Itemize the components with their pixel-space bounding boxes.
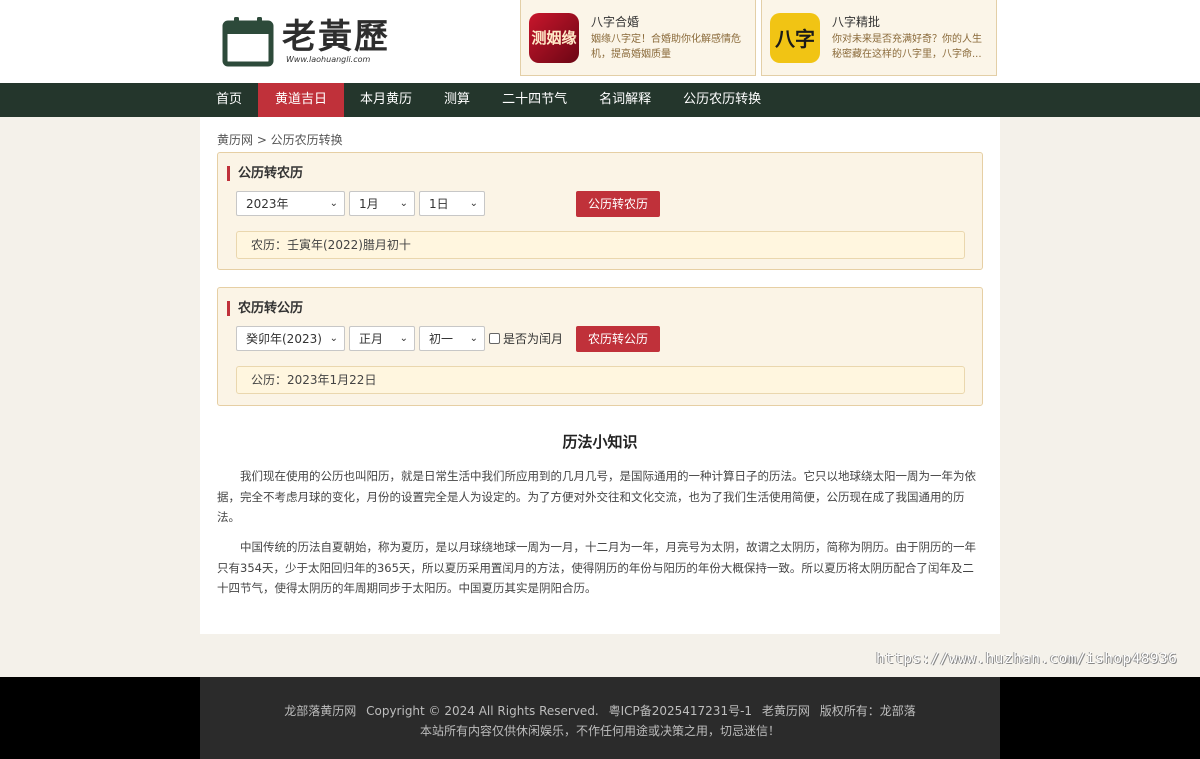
ad-desc: 姻缘八字定！合婚助你化解感情危机，提高婚姻质量 <box>591 33 741 60</box>
main-nav: 首页 黄道吉日 本月黄历 测算 二十四节气 名词解释 公历农历转换 <box>0 83 1200 117</box>
nav-item-calendar-convert[interactable]: 公历农历转换 <box>667 83 777 117</box>
watermark: https://www.huzhan.com/ishop48936 <box>876 651 1178 667</box>
leap-month-option[interactable]: 是否为闰月 <box>489 330 563 347</box>
solar-month-select[interactable]: 1月 ⌄ <box>349 191 415 216</box>
lunar-year-select[interactable]: 癸卯年(2023) ⌄ <box>236 326 345 351</box>
footer: 龙部落黄历网 Copyright © 2024 All Rights Reser… <box>0 677 1200 759</box>
knowledge-title: 历法小知识 <box>562 433 638 451</box>
ad-bazi-hehun[interactable]: 测姻缘 八字合婚 姻缘八字定！合婚助你化解感情危机，提高婚姻质量 <box>520 0 756 76</box>
logo-url: Www.laohuangli.com <box>286 54 371 64</box>
nav-item-this-month[interactable]: 本月黄历 <box>344 83 428 117</box>
main-content: 黄历网 > 公历农历转换 公历转农历 2023年 ⌄ 1月 ⌄ 1日 ⌄ 公历转… <box>200 117 1000 634</box>
ad-image-text: 八字 <box>775 27 815 51</box>
ad-desc: 你对未来是否充满好奇？你的人生秘密藏在这样的八字里，八字命... <box>832 33 982 60</box>
leap-month-checkbox[interactable] <box>489 333 500 344</box>
chevron-down-icon: ⌄ <box>329 333 338 344</box>
chevron-down-icon: ⌄ <box>469 198 478 209</box>
select-value: 初一 <box>429 332 454 346</box>
nav-item-glossary[interactable]: 名词解释 <box>583 83 667 117</box>
solar-result: 公历：2023年1月22日 <box>236 366 965 394</box>
lunar-result: 农历：壬寅年(2022)腊月初十 <box>236 231 965 259</box>
ad-image-text: 测姻缘 <box>531 29 577 47</box>
calendar-icon <box>222 15 274 67</box>
footer-line-1: 龙部落黄历网 Copyright © 2024 All Rights Reser… <box>200 701 1000 721</box>
solar-day-select[interactable]: 1日 ⌄ <box>419 191 485 216</box>
panel-title: 农历转公历 <box>227 301 303 316</box>
site-logo[interactable]: 老黃歷 Www.laohuangli.com <box>222 15 390 67</box>
footer-site-name[interactable]: 龙部落黄历网 <box>284 704 356 718</box>
nav-item-fortune[interactable]: 测算 <box>428 83 486 117</box>
footer-owner: 版权所有：龙部落 <box>819 704 916 718</box>
select-value: 癸卯年(2023) <box>246 332 322 346</box>
chevron-down-icon: ⌄ <box>329 198 338 209</box>
knowledge-paragraph: 我们现在使用的公历也叫阳历，就是日常生活中我们所应用到的几月几号，是国际通用的一… <box>217 469 976 524</box>
nav-item-auspicious-days[interactable]: 黄道吉日 <box>258 83 345 117</box>
leap-month-label: 是否为闰月 <box>503 332 564 346</box>
solar-to-lunar-button[interactable]: 公历转农历 <box>576 191 660 217</box>
select-value: 正月 <box>359 332 384 346</box>
footer-icp[interactable]: 粤ICP备2025417231号-1 <box>609 704 752 718</box>
select-value: 1月 <box>359 197 379 211</box>
lunar-day-select[interactable]: 初一 ⌄ <box>419 326 485 351</box>
footer-copyright: Copyright © 2024 All Rights Reserved. <box>366 704 599 718</box>
ad-bazi-jingpi[interactable]: 八字 八字精批 你对未来是否充满好奇？你的人生秘密藏在这样的八字里，八字命... <box>761 0 997 76</box>
nav-item-home[interactable]: 首页 <box>200 83 258 117</box>
select-value: 1日 <box>429 197 449 211</box>
chevron-down-icon: ⌄ <box>399 333 408 344</box>
footer-site-link[interactable]: 老黄历网 <box>762 704 810 718</box>
knowledge-paragraph: 中国传统的历法自夏朝始，称为夏历，是以月球绕地球一周为一月，十二月为一年，月亮号… <box>217 540 976 595</box>
solar-to-lunar-panel: 公历转农历 2023年 ⌄ 1月 ⌄ 1日 ⌄ 公历转农历 农历：壬寅年(202… <box>217 152 983 270</box>
lunar-to-solar-button[interactable]: 农历转公历 <box>576 326 660 352</box>
breadcrumb[interactable]: 黄历网 > 公历农历转换 <box>217 131 343 148</box>
footer-disclaimer: 本站所有内容仅供休闲娱乐，不作任何用途或决策之用，切忌迷信！ <box>419 724 780 738</box>
chevron-down-icon: ⌄ <box>469 333 478 344</box>
ad-image: 测姻缘 <box>529 12 579 63</box>
lunar-month-select[interactable]: 正月 ⌄ <box>349 326 415 351</box>
panel-title: 公历转农历 <box>227 166 303 181</box>
ad-title: 八字精批 <box>832 14 881 29</box>
chevron-down-icon: ⌄ <box>399 198 408 209</box>
logo-title: 老黃歷 <box>282 16 390 57</box>
solar-year-select[interactable]: 2023年 ⌄ <box>236 191 345 216</box>
ad-image: 八字 <box>770 12 820 63</box>
ad-title: 八字合婚 <box>591 14 640 29</box>
nav-item-solar-terms[interactable]: 二十四节气 <box>486 83 583 117</box>
header: 老黃歷 Www.laohuangli.com 测姻缘 八字合婚 姻缘八字定！合婚… <box>0 0 1200 83</box>
lunar-to-solar-panel: 农历转公历 癸卯年(2023) ⌄ 正月 ⌄ 初一 ⌄ 是否为闰月 农历转公历 … <box>217 287 983 406</box>
select-value: 2023年 <box>246 197 289 211</box>
